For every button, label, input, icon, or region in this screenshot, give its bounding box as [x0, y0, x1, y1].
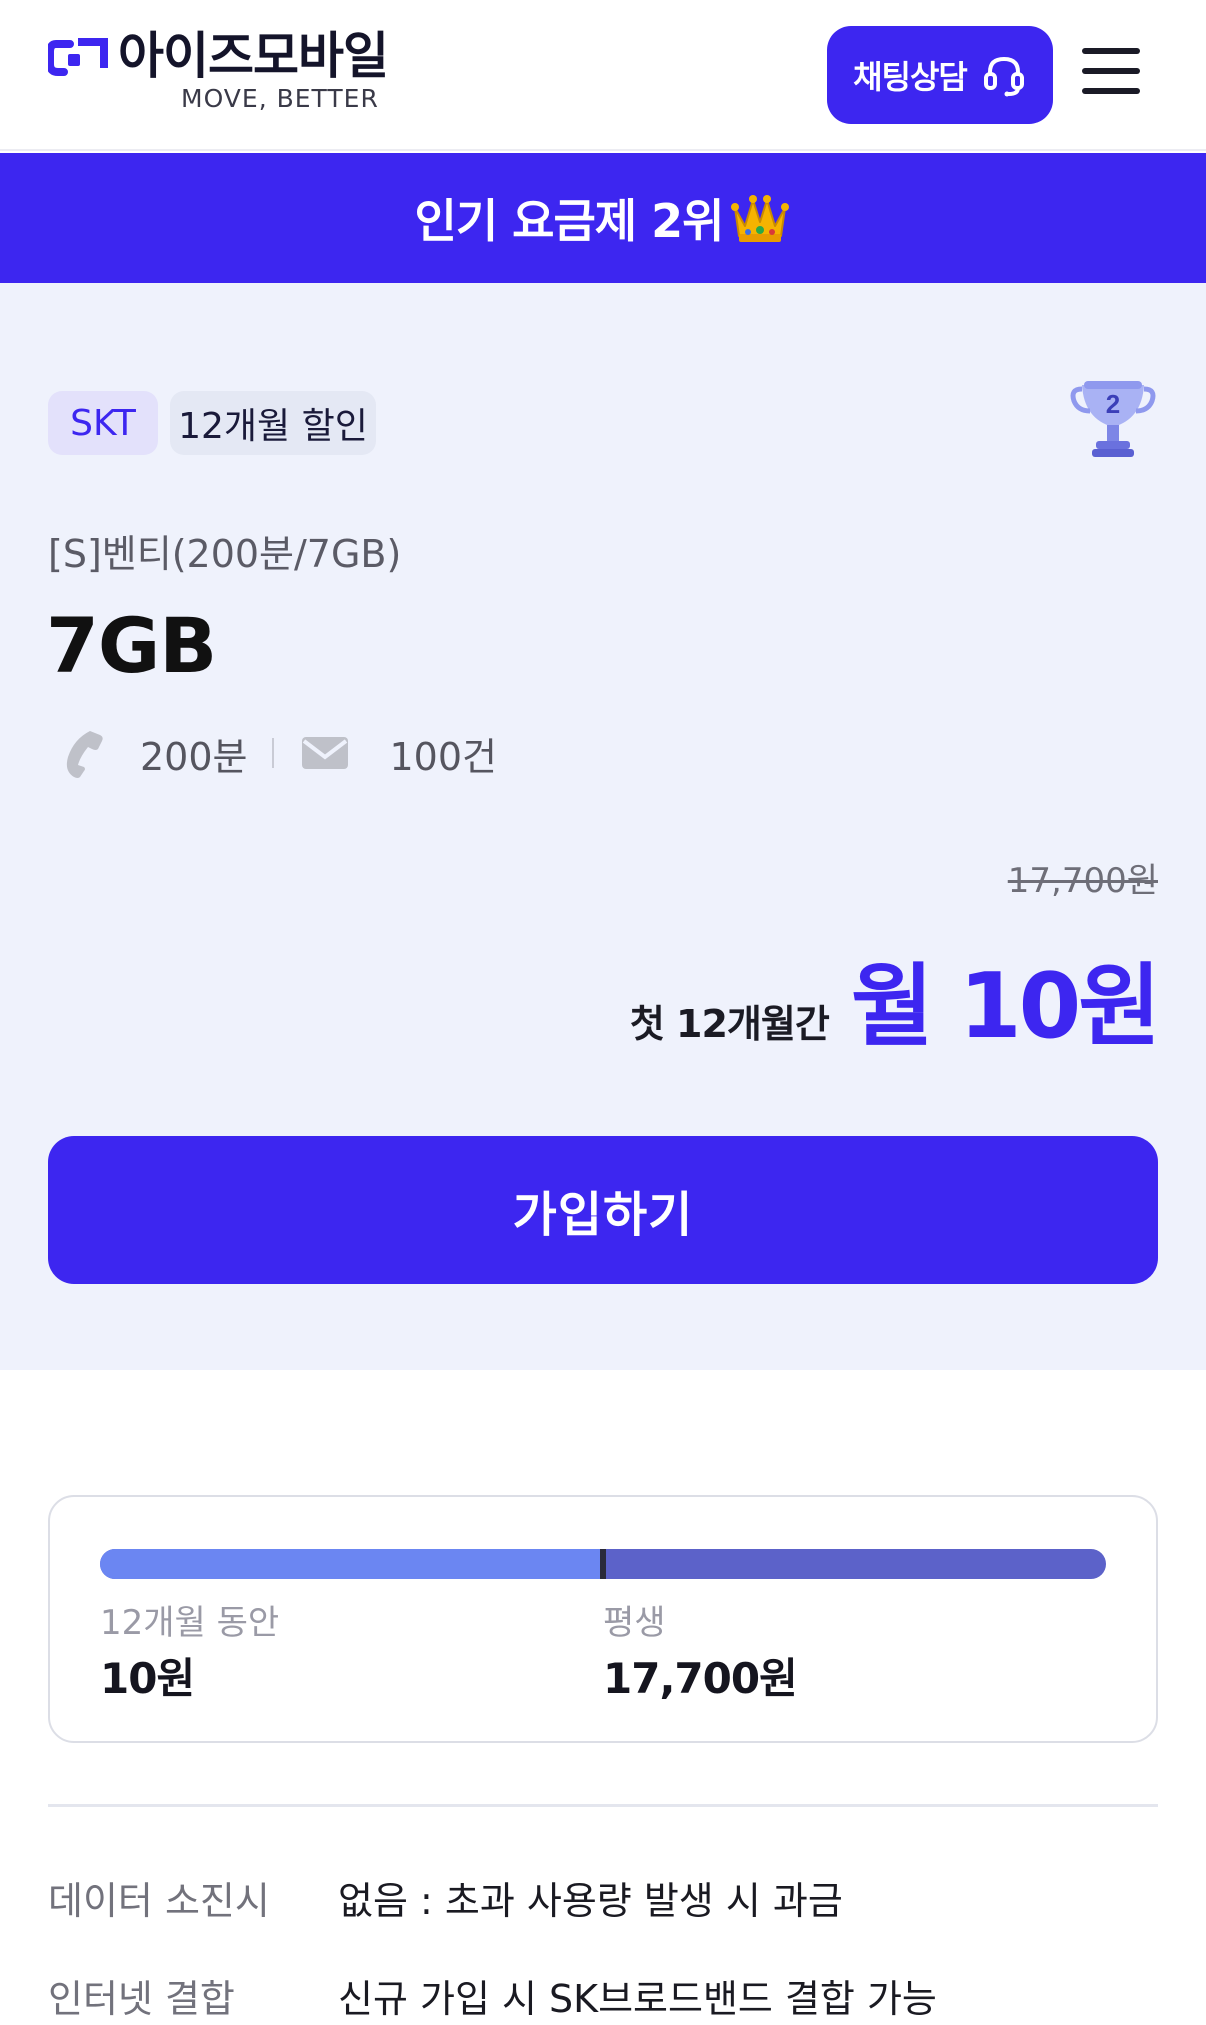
info-row: 데이터 소진시 없음 : 초과 사용량 발생 시 과금 — [48, 1870, 1158, 1930]
top-header: 아이즈모바일 MOVE, BETTER 채팅상담 — [0, 0, 1206, 151]
headset-icon — [983, 56, 1024, 97]
plan-features: 200분 100건 — [58, 723, 497, 783]
plan-name: [S]벤티(200분/7GB) — [48, 532, 402, 576]
logo-tagline: MOVE, BETTER — [181, 84, 379, 113]
sms-count: 100건 — [389, 734, 498, 779]
period-marker — [600, 1549, 606, 1579]
trophy-icon: 2 — [1070, 381, 1156, 457]
price-period-bar — [100, 1549, 1106, 1579]
promo-price: 월 10원 — [850, 954, 1161, 1059]
popular-plan-banner: 인기 요금제 2위 — [0, 153, 1206, 283]
trophy-rank: 2 — [1106, 389, 1120, 419]
info-value: 신규 가입 시 SK브로드밴드 결합 가능 — [338, 1977, 937, 2021]
join-button[interactable]: 가입하기 — [48, 1136, 1158, 1284]
first-period-segment — [100, 1549, 603, 1579]
phone-icon — [66, 731, 103, 778]
section-divider — [48, 1804, 1158, 1807]
info-key: 데이터 소진시 — [48, 1879, 270, 1923]
plan-data-amount: 7GB — [46, 601, 217, 690]
logo-mark-icon — [48, 38, 108, 76]
promo-price-block: 첫 12개월간 월 10원 — [629, 933, 1161, 1063]
price-breakdown-card: 12개월 동안 10원 평생 17,700원 — [48, 1495, 1158, 1743]
plan-card: SKT 12개월 할인 2 [S]벤티(200분/7GB) 7GB 200분 1… — [0, 283, 1206, 1370]
second-period-value: 17,700원 — [603, 1654, 798, 1703]
first-period-value: 10원 — [100, 1654, 195, 1703]
second-period-label: 평생 — [603, 1603, 666, 1643]
brand-logo[interactable]: 아이즈모바일 MOVE, BETTER — [48, 26, 408, 122]
crown-icon — [731, 195, 790, 242]
hamburger-menu-icon[interactable] — [1082, 46, 1140, 96]
info-value: 없음 : 초과 사용량 발생 시 과금 — [338, 1879, 843, 1923]
info-row: 인터넷 결합 신규 가입 시 SK브로드밴드 결합 가능 — [48, 1968, 1158, 2025]
original-price: 17,700원 — [1007, 861, 1158, 901]
promo-label: 첫 12개월간 — [629, 1002, 830, 1046]
logo-text: 아이즈모바일 — [118, 27, 389, 85]
first-period-label: 12개월 동안 — [100, 1603, 280, 1643]
voice-minutes: 200분 — [140, 734, 248, 779]
discount-tag: 12개월 할인 — [170, 391, 376, 455]
chat-consult-label: 채팅상담 — [853, 58, 968, 96]
mail-icon — [301, 737, 348, 769]
carrier-tag: SKT — [48, 391, 158, 455]
info-key: 인터넷 결합 — [48, 1977, 235, 2021]
feature-divider — [271, 738, 274, 768]
chat-consult-button[interactable]: 채팅상담 — [827, 26, 1053, 124]
banner-text: 인기 요금제 2위 — [414, 194, 725, 248]
